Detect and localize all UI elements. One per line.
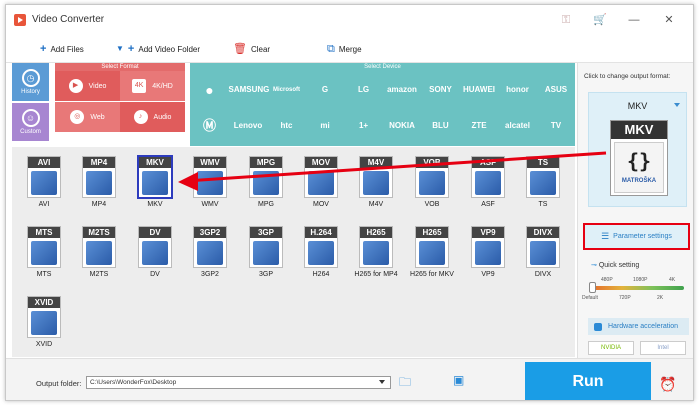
red-arrow-annotation [178, 151, 607, 191]
app-window: Video Converter ⚿ 🛒 — ✕ + Add Files ▼ + … [5, 4, 694, 401]
